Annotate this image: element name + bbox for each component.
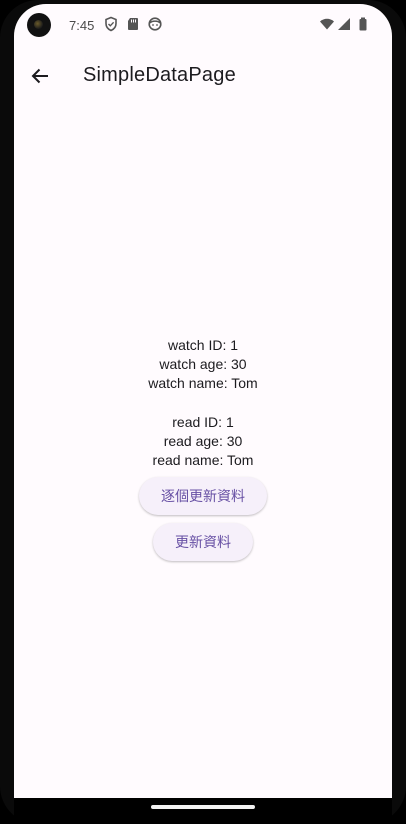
arrow-back-icon (31, 68, 48, 84)
wifi-icon (320, 18, 334, 30)
app-bar: SimpleDataPage (14, 54, 392, 98)
face-icon (148, 17, 162, 31)
read-name-text: read name: Tom (152, 452, 254, 469)
watch-name-text: watch name: Tom (148, 375, 258, 392)
signal-icon (338, 18, 350, 30)
read-age-text: read age: 30 (163, 432, 243, 449)
data-display: watch ID: 1 watch age: 30 watch name: To… (14, 336, 392, 562)
camera-cutout (27, 13, 51, 37)
navigation-bar (14, 798, 392, 824)
read-id-text: read ID: 1 (172, 413, 234, 430)
update-each-button[interactable]: 逐個更新資料 (139, 477, 267, 516)
home-indicator[interactable] (151, 805, 255, 809)
back-button[interactable] (24, 60, 56, 92)
status-clock: 7:45 (69, 18, 95, 33)
watch-age-text: watch age: 30 (159, 356, 247, 373)
battery-icon (359, 17, 367, 31)
status-bar: 7:45 (14, 4, 392, 48)
watch-id-text: watch ID: 1 (167, 337, 239, 353)
update-data-button[interactable]: 更新資料 (153, 523, 253, 562)
sd-card-icon (128, 18, 138, 30)
app-screen: 7:45 SimpleDataPage watch ID: 1 watch ag… (14, 4, 392, 798)
shield-icon (105, 16, 117, 32)
page-title: SimpleDataPage (83, 64, 236, 86)
